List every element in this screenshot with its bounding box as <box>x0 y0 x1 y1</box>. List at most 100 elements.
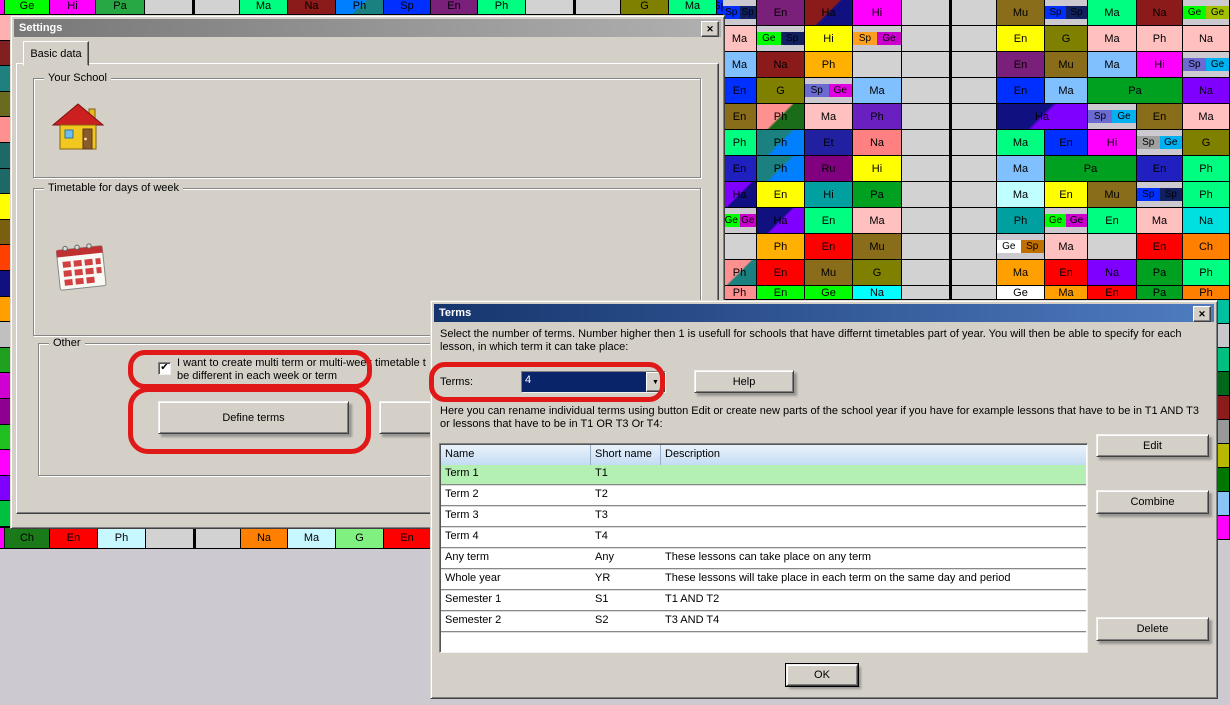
timetable-cell[interactable]: En <box>997 52 1045 78</box>
timetable-cell[interactable]: Ph <box>723 286 757 300</box>
timetable-cell[interactable]: Na <box>1183 78 1230 104</box>
ok-button[interactable]: OK <box>786 664 858 686</box>
timetable-cell[interactable]: Ma <box>288 528 336 549</box>
timetable-cell[interactable]: Hi <box>1088 130 1137 156</box>
timetable-cell[interactable]: Ph <box>1137 26 1183 52</box>
timetable-cell[interactable]: Ph <box>997 208 1045 234</box>
timetable-cell[interactable]: En <box>757 286 805 300</box>
timetable-cell[interactable] <box>146 528 194 549</box>
combine-button[interactable]: Combine <box>1096 490 1209 514</box>
timetable-cell[interactable]: G <box>1045 26 1088 52</box>
timetable-cell[interactable]: En <box>723 104 757 130</box>
timetable-cell[interactable]: Mu <box>805 260 853 286</box>
timetable-cell[interactable]: Ma <box>1045 234 1088 260</box>
timetable-cell[interactable]: Ma <box>853 78 902 104</box>
timetable-cell[interactable]: GeSp <box>997 234 1045 260</box>
timetable-cell[interactable]: Hi <box>805 26 853 52</box>
timetable-cell[interactable]: Ph <box>336 0 384 15</box>
timetable-cell[interactable]: Ma <box>723 26 757 52</box>
timetable-cell[interactable]: Hi <box>805 182 853 208</box>
timetable-cell[interactable]: Ch <box>5 528 50 549</box>
column-header-short-name[interactable]: Short name <box>591 445 661 465</box>
timetable-cell[interactable]: Hi <box>50 0 96 15</box>
timetable-cell[interactable]: En <box>1137 104 1183 130</box>
timetable-cell[interactable]: En <box>757 260 805 286</box>
timetable-cell[interactable]: En <box>723 78 757 104</box>
multi-term-checkbox[interactable] <box>158 362 171 375</box>
timetable-cell[interactable] <box>902 26 950 52</box>
timetable-cell[interactable]: SpSp <box>723 0 757 26</box>
timetable-cell[interactable]: SpGe <box>805 78 853 104</box>
timetable-cell[interactable]: En <box>757 182 805 208</box>
tab-basic-data[interactable]: Basic data <box>23 41 89 66</box>
timetable-cell[interactable]: GeGe <box>1183 0 1230 26</box>
timetable-cell[interactable] <box>1216 372 1230 396</box>
timetable-cell[interactable]: Ma <box>997 182 1045 208</box>
timetable-cell[interactable]: Pa <box>1045 156 1137 182</box>
timetable-cell[interactable]: Ma <box>1045 78 1088 104</box>
timetable-cell[interactable] <box>950 286 997 300</box>
timetable-cell[interactable] <box>902 78 950 104</box>
timetable-cell[interactable]: Ma <box>1088 52 1137 78</box>
timetable-cell[interactable]: En <box>1088 286 1137 300</box>
timetable-cell[interactable]: En <box>384 528 430 549</box>
timetable-cell[interactable]: En <box>1088 208 1137 234</box>
timetable-cell[interactable]: Pa <box>853 182 902 208</box>
timetable-cell[interactable]: Et <box>805 130 853 156</box>
timetable-cell[interactable] <box>1216 348 1230 372</box>
close-icon[interactable]: ✕ <box>1193 306 1211 322</box>
timetable-cell[interactable]: Na <box>1088 260 1137 286</box>
timetable-cell[interactable]: Ma <box>240 0 288 15</box>
timetable-cell[interactable]: Na <box>1183 208 1230 234</box>
column-header-name[interactable]: Name <box>441 445 591 465</box>
timetable-cell[interactable]: Na <box>853 286 902 300</box>
timetable-cell[interactable]: En <box>50 528 98 549</box>
timetable-cell[interactable]: G <box>853 260 902 286</box>
timetable-cell[interactable]: Ha <box>723 182 757 208</box>
column-header-description[interactable]: Description <box>661 445 1086 465</box>
timetable-cell[interactable]: Hi <box>853 156 902 182</box>
timetable-cell[interactable]: Ma <box>997 260 1045 286</box>
timetable-cell[interactable]: G <box>1183 130 1230 156</box>
timetable-cell[interactable]: Ge <box>805 286 853 300</box>
delete-button[interactable]: Delete <box>1096 617 1209 641</box>
timetable-cell[interactable]: Ge <box>997 286 1045 300</box>
timetable-cell[interactable]: Ph <box>757 130 805 156</box>
timetable-cell[interactable]: G <box>757 78 805 104</box>
timetable-cell[interactable]: Pa <box>1088 78 1183 104</box>
timetable-cell[interactable] <box>1216 420 1230 444</box>
timetable-cell[interactable] <box>950 0 997 26</box>
timetable-cell[interactable]: SpGe <box>1088 104 1137 130</box>
timetable-cell[interactable]: Ph <box>757 104 805 130</box>
timetable-cell[interactable] <box>1216 492 1230 516</box>
timetable-cell[interactable]: Pa <box>1137 260 1183 286</box>
timetable-cell[interactable] <box>1088 234 1137 260</box>
timetable-cell[interactable] <box>902 260 950 286</box>
timetable-cell[interactable] <box>145 0 193 15</box>
timetable-cell[interactable]: Ph <box>757 156 805 182</box>
timetable-cell[interactable] <box>902 182 950 208</box>
timetable-cell[interactable] <box>902 52 950 78</box>
timetable-cell[interactable]: Ha <box>757 208 805 234</box>
timetable-cell[interactable] <box>1216 468 1230 492</box>
timetable-cell[interactable]: Mu <box>997 0 1045 26</box>
timetable-cell[interactable]: Ma <box>805 104 853 130</box>
timetable-cell[interactable] <box>902 208 950 234</box>
timetable-cell[interactable]: Na <box>757 52 805 78</box>
timetable-cell[interactable] <box>526 0 574 15</box>
timetable-cell[interactable]: Ph <box>478 0 526 15</box>
table-row[interactable]: Semester 1S1T1 AND T2 <box>441 591 1086 612</box>
timetable-cell[interactable]: Ph <box>1183 182 1230 208</box>
timetable-cell[interactable]: En <box>805 234 853 260</box>
timetable-cell[interactable] <box>1216 324 1230 348</box>
edit-button[interactable]: Edit <box>1096 434 1209 457</box>
timetable-cell[interactable] <box>902 156 950 182</box>
table-row[interactable]: Term 4T4 <box>441 528 1086 549</box>
timetable-cell[interactable]: GeSp <box>757 26 805 52</box>
timetable-cell[interactable]: En <box>1137 234 1183 260</box>
timetable-cell[interactable]: Mu <box>1045 52 1088 78</box>
timetable-cell[interactable]: En <box>1045 260 1088 286</box>
timetable-cell[interactable] <box>723 234 757 260</box>
timetable-cell[interactable]: Na <box>288 0 336 15</box>
close-icon[interactable]: ✕ <box>701 21 719 37</box>
